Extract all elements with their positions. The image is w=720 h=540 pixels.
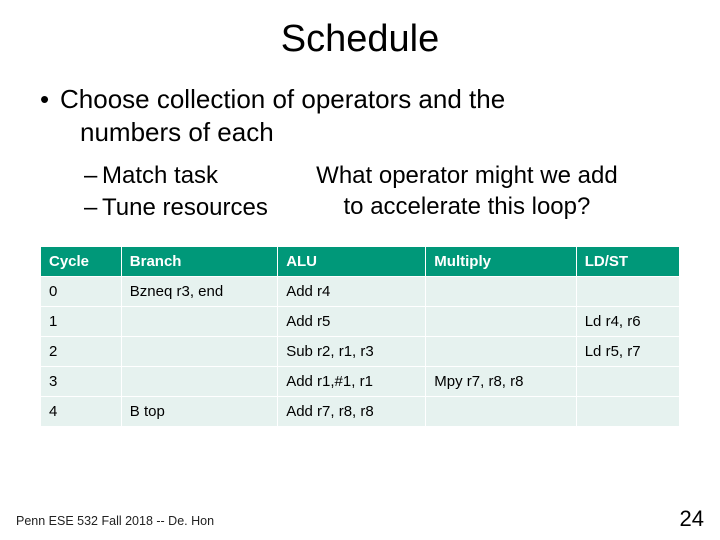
- sub-bullet-list: –Match task –Tune resources: [40, 160, 268, 225]
- sub-and-question-row: –Match task –Tune resources What operato…: [40, 160, 680, 225]
- cell: 4: [41, 397, 122, 427]
- bullet-block: •Choose collection of operators and the …: [0, 83, 720, 224]
- col-alu: ALU: [278, 247, 426, 277]
- cell: Mpy r7, r8, r8: [426, 367, 576, 397]
- cell: 2: [41, 337, 122, 367]
- slide: Schedule •Choose collection of operators…: [0, 0, 720, 540]
- sub-bullet-2-text: Tune resources: [102, 194, 268, 221]
- question-text: What operator might we add to accelerate…: [268, 160, 680, 222]
- table-header-row: Cycle Branch ALU Multiply LD/ST: [41, 247, 680, 277]
- cell: Add r4: [278, 277, 426, 307]
- question-line1: What operator might we add: [278, 160, 656, 191]
- bullet-1: •Choose collection of operators and the …: [40, 83, 680, 150]
- cell: [121, 337, 277, 367]
- sub-bullet-1: –Match task: [84, 160, 268, 192]
- cell: 0: [41, 277, 122, 307]
- cell: Add r7, r8, r8: [278, 397, 426, 427]
- cell: [426, 397, 576, 427]
- cell: Add r5: [278, 307, 426, 337]
- cell: 1: [41, 307, 122, 337]
- table-row: 4 B top Add r7, r8, r8: [41, 397, 680, 427]
- col-branch: Branch: [121, 247, 277, 277]
- cell: [121, 307, 277, 337]
- dash-marker: –: [84, 192, 102, 224]
- schedule-table: Cycle Branch ALU Multiply LD/ST 0 Bzneq …: [40, 246, 680, 427]
- table-row: 1 Add r5 Ld r4, r6: [41, 307, 680, 337]
- footer-text: Penn ESE 532 Fall 2018 -- De. Hon: [16, 514, 214, 528]
- cell: [426, 337, 576, 367]
- bullet-1-line1: Choose collection of operators and the: [60, 84, 505, 114]
- cell: [576, 397, 679, 427]
- col-multiply: Multiply: [426, 247, 576, 277]
- cell: B top: [121, 397, 277, 427]
- cell: [426, 307, 576, 337]
- question-line2: to accelerate this loop?: [278, 191, 656, 222]
- col-ldst: LD/ST: [576, 247, 679, 277]
- slide-title: Schedule: [0, 18, 720, 61]
- sub-bullet-2: –Tune resources: [84, 192, 268, 224]
- page-number: 24: [680, 506, 704, 532]
- cell: [121, 367, 277, 397]
- cell: Ld r4, r6: [576, 307, 679, 337]
- bullet-1-line2: numbers of each: [80, 116, 680, 149]
- cell: [576, 367, 679, 397]
- table-row: 3 Add r1,#1, r1 Mpy r7, r8, r8: [41, 367, 680, 397]
- cell: Ld r5, r7: [576, 337, 679, 367]
- bullet-marker: •: [40, 83, 60, 116]
- cell: Add r1,#1, r1: [278, 367, 426, 397]
- sub-bullet-1-text: Match task: [102, 162, 218, 189]
- col-cycle: Cycle: [41, 247, 122, 277]
- cell: 3: [41, 367, 122, 397]
- cell: [576, 277, 679, 307]
- cell: Bzneq r3, end: [121, 277, 277, 307]
- cell: Sub r2, r1, r3: [278, 337, 426, 367]
- dash-marker: –: [84, 160, 102, 192]
- cell: [426, 277, 576, 307]
- table-row: 2 Sub r2, r1, r3 Ld r5, r7: [41, 337, 680, 367]
- table-row: 0 Bzneq r3, end Add r4: [41, 277, 680, 307]
